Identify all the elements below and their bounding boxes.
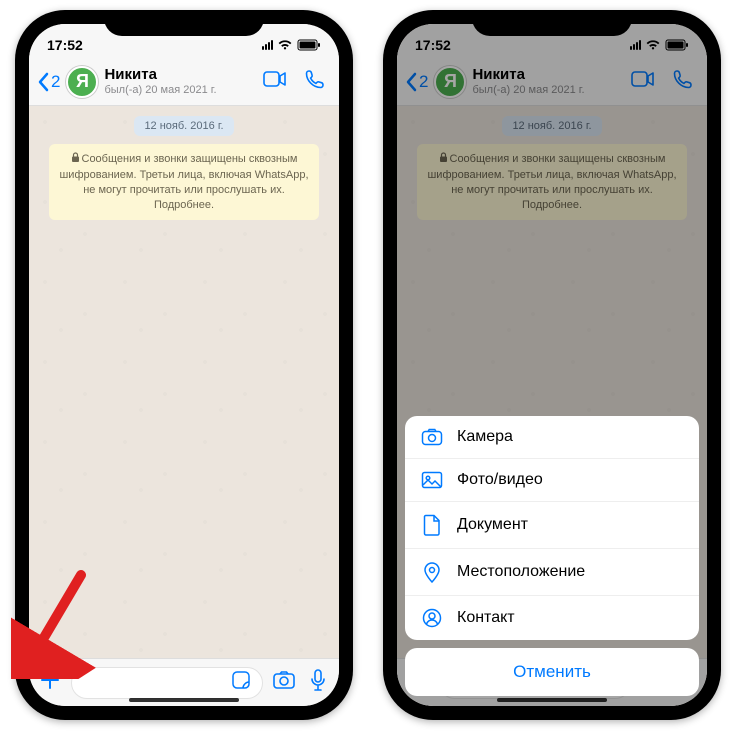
- home-indicator[interactable]: [497, 698, 607, 702]
- attach-gallery[interactable]: Фото/видео: [405, 459, 699, 502]
- action-sheet-options: Камера Фото/видео Документ: [405, 416, 699, 640]
- phone-frame-right: 17:52 2 Я Никита был(-а) 20 мая 2021 г.: [383, 10, 721, 720]
- contact-info[interactable]: Никита был(-а) 20 мая 2021 г.: [104, 67, 251, 96]
- cell-signal-icon: [262, 40, 273, 50]
- attach-document-label: Документ: [457, 516, 528, 534]
- mic-icon: [310, 669, 326, 691]
- chat-body[interactable]: 12 нояб. 2016 г. Сообщения и звонки защи…: [29, 106, 339, 658]
- attach-location-label: Местоположение: [457, 563, 585, 581]
- date-chip: 12 нояб. 2016 г.: [134, 116, 233, 136]
- lock-icon: [71, 152, 80, 168]
- home-indicator[interactable]: [129, 698, 239, 702]
- phone-frame-left: 17:52 2 Я Никита был(-а) 20 мая 2021 г.: [15, 10, 353, 720]
- camera-button[interactable]: [271, 670, 297, 695]
- wifi-icon: [277, 39, 293, 51]
- sticker-icon: [231, 670, 251, 690]
- status-time: 17:52: [47, 37, 83, 53]
- phone-icon: [305, 69, 325, 89]
- photo-icon: [421, 471, 443, 489]
- camera-icon: [272, 670, 296, 690]
- encryption-text: Сообщения и звонки защищены сквозным шиф…: [59, 153, 308, 211]
- attach-gallery-label: Фото/видео: [457, 471, 543, 489]
- message-input[interactable]: [71, 667, 263, 699]
- video-call-button[interactable]: [257, 67, 293, 96]
- back-count: 2: [51, 72, 60, 92]
- attach-camera[interactable]: Камера: [405, 416, 699, 459]
- attach-button[interactable]: [37, 669, 63, 696]
- encryption-banner[interactable]: Сообщения и звонки защищены сквозным шиф…: [49, 144, 319, 220]
- screen-left: 17:52 2 Я Никита был(-а) 20 мая 2021 г.: [29, 24, 339, 706]
- video-icon: [263, 71, 287, 87]
- plus-icon: [39, 669, 61, 691]
- attach-location[interactable]: Местоположение: [405, 549, 699, 596]
- camera-icon: [421, 428, 443, 446]
- battery-icon: [297, 39, 321, 51]
- document-icon: [421, 514, 443, 536]
- sticker-button[interactable]: [228, 670, 254, 695]
- contact-name: Никита: [104, 67, 251, 84]
- contact-icon: [421, 608, 443, 628]
- back-button[interactable]: 2: [37, 72, 60, 92]
- screen-right: 17:52 2 Я Никита был(-а) 20 мая 2021 г.: [397, 24, 707, 706]
- attach-contact[interactable]: Контакт: [405, 596, 699, 640]
- device-notch: [472, 10, 632, 36]
- avatar[interactable]: Я: [66, 66, 98, 98]
- location-icon: [421, 561, 443, 583]
- chat-header: 2 Я Никита был(-а) 20 мая 2021 г.: [29, 58, 339, 106]
- mic-button[interactable]: [305, 669, 331, 696]
- voice-call-button[interactable]: [299, 65, 331, 98]
- device-notch: [104, 10, 264, 36]
- contact-last-seen: был(-а) 20 мая 2021 г.: [104, 84, 251, 96]
- status-indicators: [262, 39, 321, 51]
- chevron-left-icon: [37, 72, 49, 92]
- attach-cancel[interactable]: Отменить: [405, 648, 699, 696]
- attach-document[interactable]: Документ: [405, 502, 699, 549]
- attach-contact-label: Контакт: [457, 609, 515, 627]
- attach-action-sheet: Камера Фото/видео Документ: [405, 416, 699, 696]
- attach-camera-label: Камера: [457, 428, 513, 446]
